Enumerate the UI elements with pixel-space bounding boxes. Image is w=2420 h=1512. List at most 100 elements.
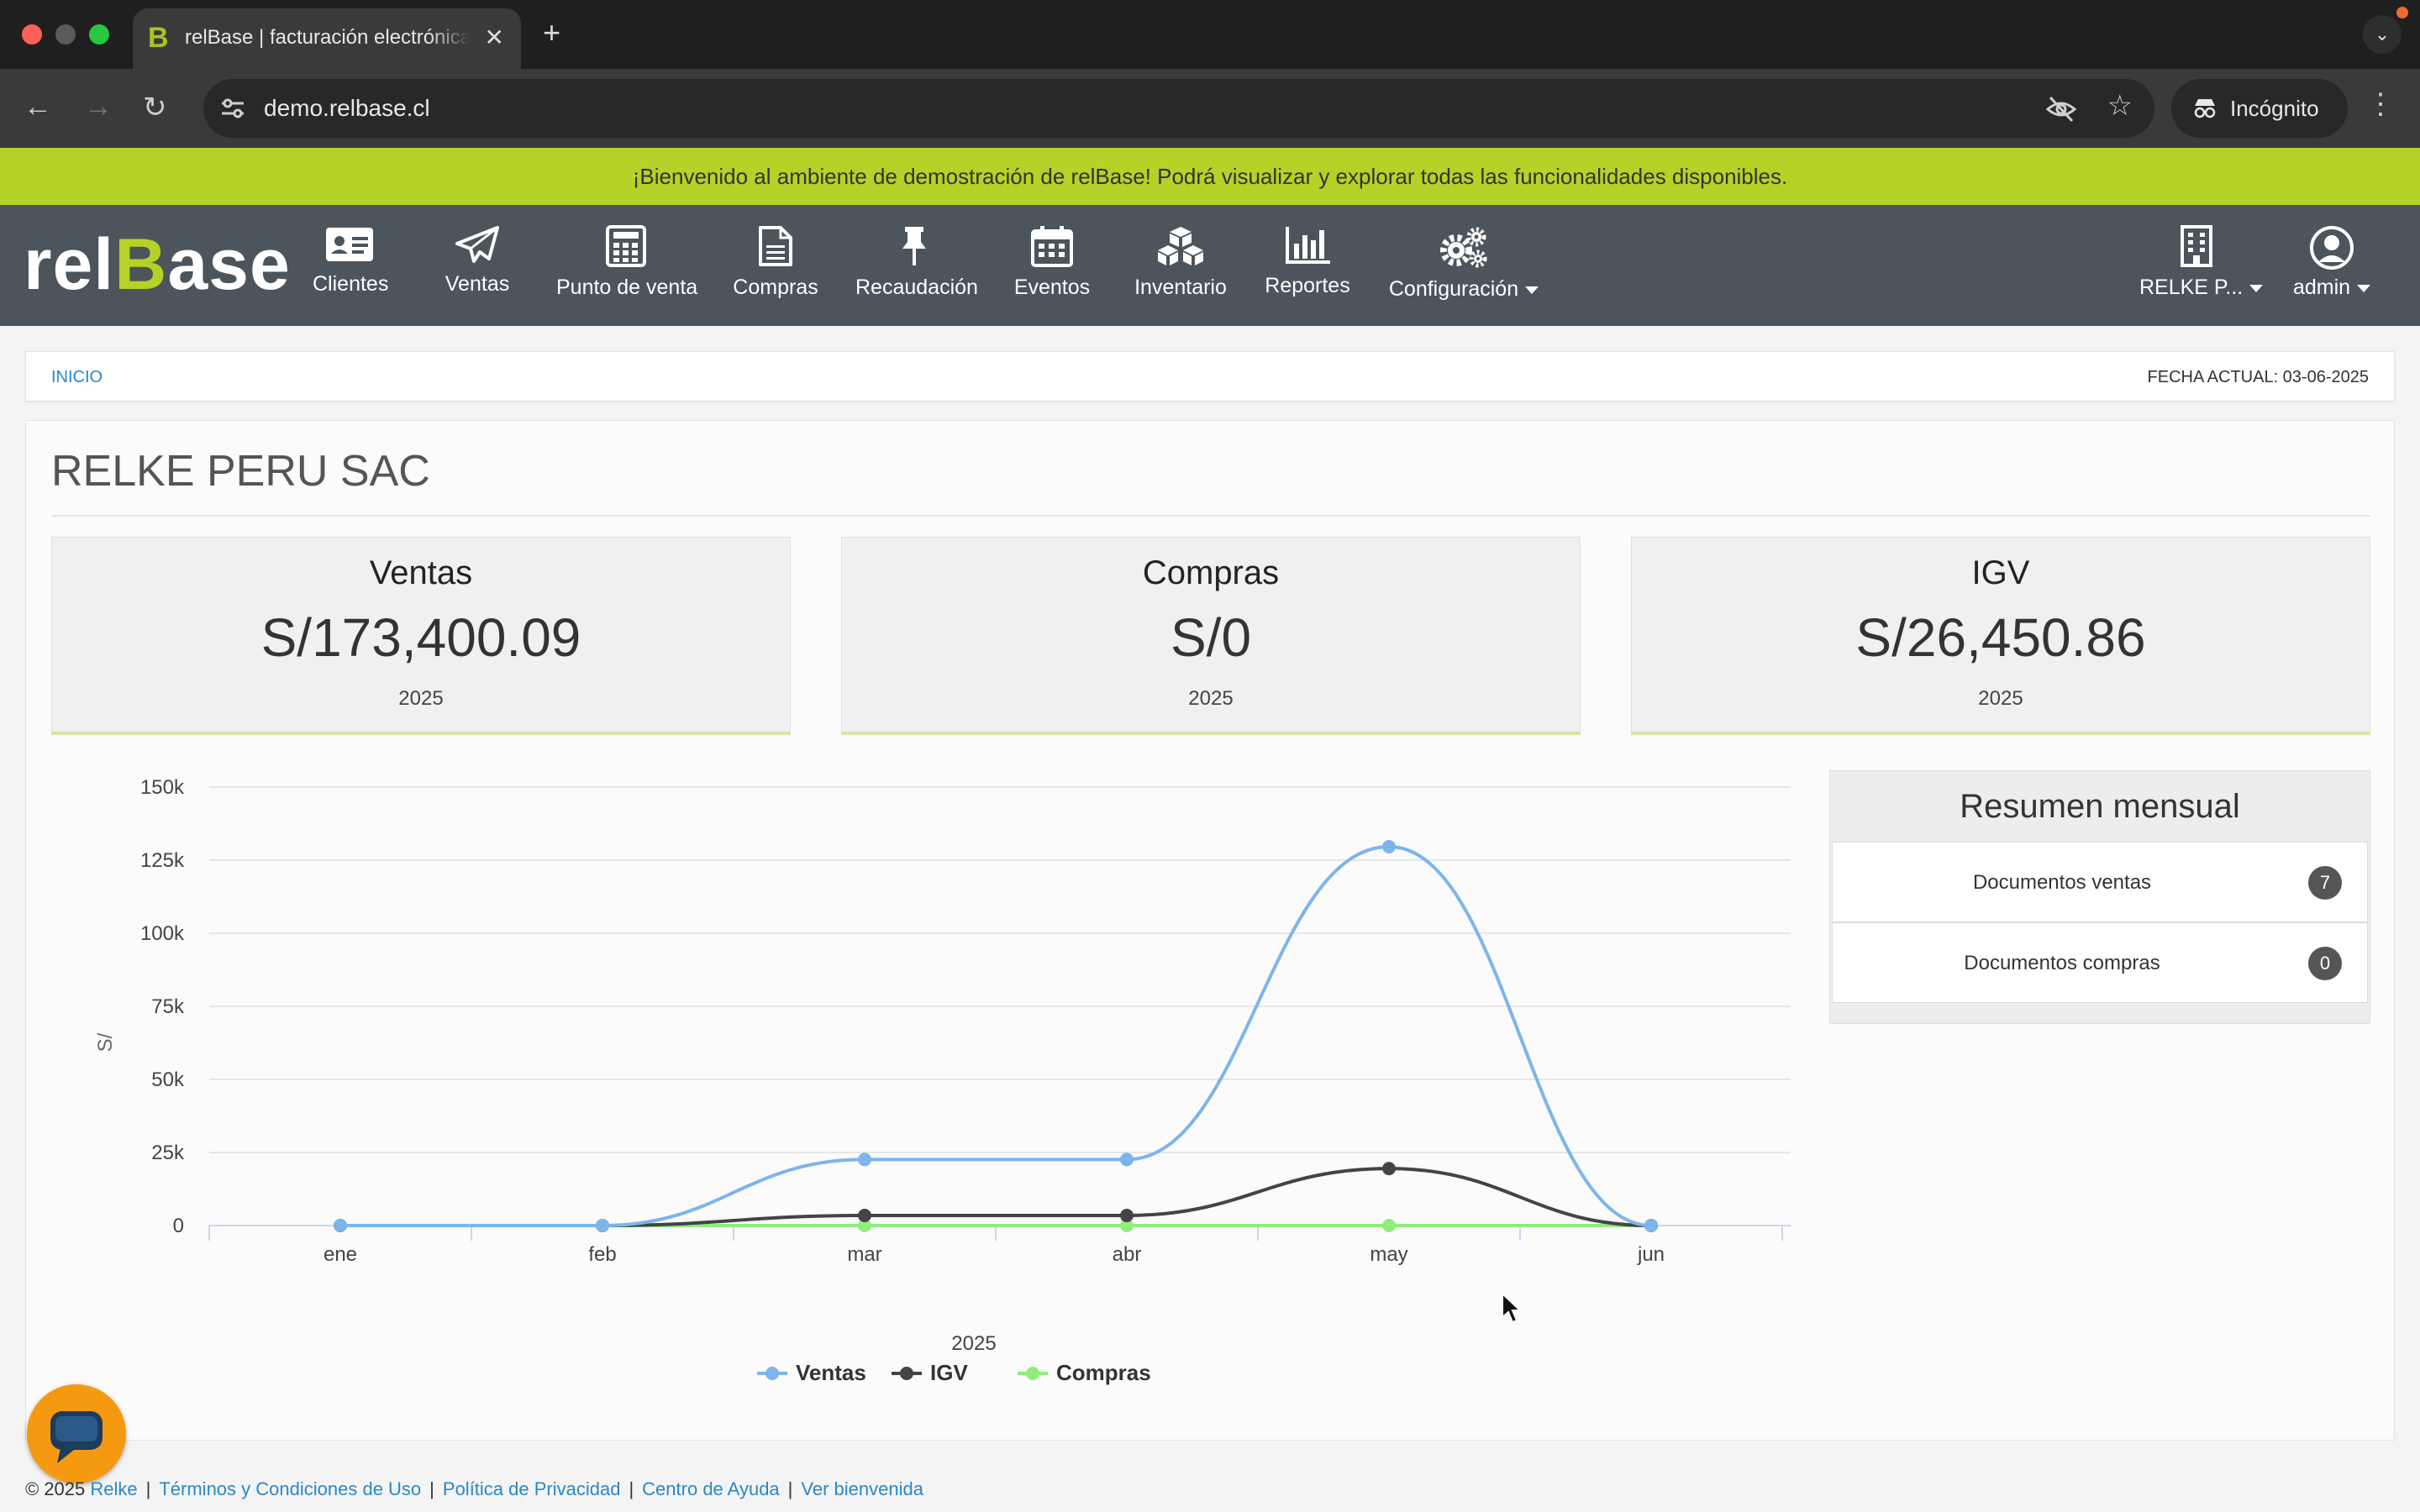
summary-row-compras[interactable]: Documentos compras 0 [1832, 922, 2368, 1003]
summary-label: Documentos compras [1964, 952, 2160, 974]
window-zoom-button[interactable] [89, 24, 109, 45]
user-avatar-icon [2310, 226, 2354, 270]
footer-link-relke[interactable]: Relke [90, 1478, 137, 1499]
footer: © 2025 Relke | Términos y Condiciones de U… [25, 1478, 923, 1499]
nav-label: Ventas [445, 272, 510, 296]
nav-label: admin [2286, 276, 2378, 300]
data-point-ventas[interactable] [1120, 1152, 1134, 1167]
stat-value: S/0 [1170, 607, 1252, 668]
chat-support-button[interactable] [27, 1384, 126, 1483]
stat-year: 2025 [398, 687, 444, 710]
nav-clientes[interactable]: Clientes [313, 225, 389, 297]
chevron-down-icon [2249, 284, 2264, 292]
nav-label: RELKE P... [2139, 276, 2264, 300]
bookmark-star-icon[interactable]: ☆ [2107, 89, 2133, 123]
nav-eventos[interactable]: Eventos [1013, 225, 1091, 300]
nav-label: Clientes [313, 272, 389, 296]
x-tick-label: may [1370, 1243, 1407, 1266]
footer-link-privacy[interactable]: Política de Privacidad [443, 1478, 621, 1499]
nav-configuracion[interactable]: Configuración [1388, 225, 1539, 302]
count-badge: 0 [2308, 947, 2342, 980]
stat-card-compras: Compras S/0 2025 [841, 537, 1581, 735]
current-date: FECHA ACTUAL: 03-06-2025 [2147, 368, 2369, 386]
monthly-line-chart: 0 25k 50k 75k 100k 125k 150k ene feb mar abr may ju… [94, 776, 1791, 1385]
window-close-button[interactable] [22, 24, 42, 45]
nav-compras[interactable]: Compras [733, 225, 818, 300]
incognito-badge[interactable]: Incógnito [2171, 79, 2348, 138]
browser-tab[interactable]: B relBase | facturación electrónica ✕ [133, 8, 521, 69]
nav-label: Punto de venta [556, 276, 698, 299]
nav-inventario[interactable]: Inventario [1131, 225, 1230, 300]
user-menu-label: admin [2292, 276, 2351, 299]
nav-label: Configuración [1388, 277, 1539, 302]
legend-item-igv[interactable]: IGV [930, 1360, 968, 1385]
calculator-icon [606, 225, 646, 267]
data-point-igv[interactable] [1120, 1208, 1134, 1222]
logo-text-ase: ase [167, 224, 291, 305]
new-tab-button[interactable]: + [543, 15, 560, 50]
paper-plane-icon [455, 226, 499, 263]
x-tick-label: abr [1113, 1243, 1142, 1266]
legend-swatch-dot [900, 1367, 913, 1380]
data-point-ventas[interactable] [858, 1152, 871, 1167]
back-arrow-icon[interactable]: ← [24, 91, 52, 123]
user-menu[interactable]: admin [2286, 225, 2378, 300]
y-tick-label: 50k [151, 1068, 185, 1091]
copyright: © 2025 [25, 1478, 86, 1499]
bar-chart-icon [1286, 227, 1330, 264]
nav-label: Reportes [1265, 274, 1350, 297]
pushpin-icon [902, 227, 926, 265]
cubes-icon [1158, 227, 1203, 265]
series-line-igv [340, 1167, 1652, 1227]
nav-ventas[interactable]: Ventas [437, 225, 518, 297]
data-point-ventas[interactable] [334, 1219, 347, 1232]
company-menu[interactable]: RELKE P... [2139, 225, 2264, 300]
gears-icon [1440, 227, 1487, 268]
relbase-logo[interactable]: relBase [24, 223, 291, 307]
browser-tab-bar: B relBase | facturación electrónica ✕ + … [0, 0, 2420, 69]
tab-title: relBase | facturación electrónica [185, 26, 471, 49]
data-point-igv[interactable] [858, 1208, 871, 1222]
window-minimize-button[interactable] [55, 24, 76, 45]
browser-menu-icon[interactable]: ⋮ [2366, 87, 2395, 121]
nav-punto-de-venta[interactable]: Punto de venta [556, 225, 698, 300]
breadcrumb-home-link[interactable]: INICIO [51, 368, 103, 387]
tab-close-icon[interactable]: ✕ [485, 24, 504, 51]
url-text[interactable]: demo.relbase.cl [264, 95, 430, 122]
browser-toolbar: ← → ↻ demo.relbase.cl ☆ Incógnito ⋮ [0, 69, 2420, 148]
summary-title: Resumen mensual [1960, 788, 2240, 825]
building-icon [2181, 225, 2212, 267]
nav-recaudacion[interactable]: Recaudación [855, 225, 978, 300]
stat-year: 2025 [1978, 687, 2023, 710]
legend-item-compras[interactable]: Compras [1056, 1360, 1151, 1385]
footer-link-terms[interactable]: Términos y Condiciones de Uso [159, 1478, 421, 1499]
logo-text-b: B [114, 224, 168, 305]
data-point-compras[interactable] [1382, 1219, 1396, 1232]
stat-card-ventas: Ventas S/173,400.09 2025 [51, 537, 791, 735]
y-tick-label: 125k [140, 849, 185, 872]
footer-link-welcome[interactable]: Ver bienvenida [801, 1478, 923, 1499]
x-tick-label: feb [588, 1243, 616, 1266]
tab-search-button[interactable]: ⌄ [2363, 15, 2402, 54]
site-settings-icon[interactable] [218, 94, 247, 123]
data-point-igv[interactable] [1382, 1162, 1396, 1176]
data-point-ventas[interactable] [1644, 1219, 1658, 1232]
data-point-ventas[interactable] [596, 1219, 609, 1232]
demo-banner: ¡Bienvenido al ambiente de demostración … [0, 148, 2420, 205]
nav-reportes[interactable]: Reportes [1264, 225, 1351, 298]
divider [51, 515, 2370, 517]
reload-icon[interactable]: ↻ [143, 91, 167, 124]
mouse-cursor-icon [1502, 1292, 1523, 1324]
legend-item-ventas[interactable]: Ventas [796, 1360, 866, 1385]
x-tick-label: mar [847, 1243, 881, 1266]
notification-dot [2396, 7, 2408, 18]
forward-arrow-icon[interactable]: → [84, 91, 113, 123]
y-tick-label: 75k [151, 995, 185, 1018]
eye-off-icon[interactable] [2045, 93, 2077, 125]
summary-row-ventas[interactable]: Documentos ventas 7 [1832, 842, 2368, 922]
y-tick-label: 150k [140, 776, 185, 799]
data-point-ventas[interactable] [1382, 839, 1396, 853]
address-bar[interactable]: demo.relbase.cl ☆ [203, 79, 2154, 138]
x-axis-label: 2025 [951, 1332, 996, 1355]
footer-link-help[interactable]: Centro de Ayuda [642, 1478, 780, 1499]
